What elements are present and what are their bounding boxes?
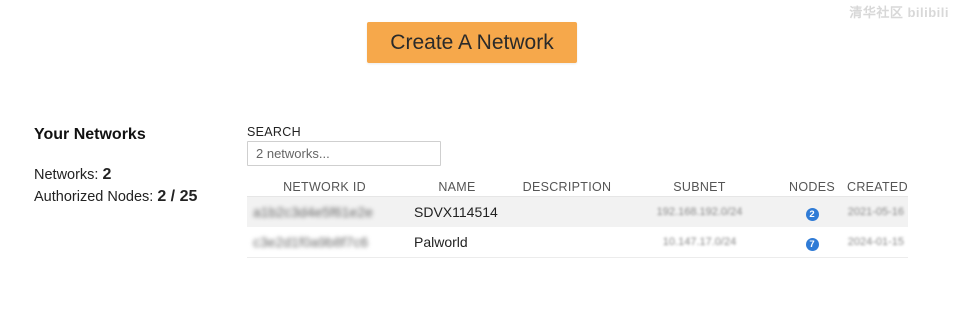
column-header-created[interactable]: CREATED	[847, 180, 908, 194]
network-id-cell: a1b2c3d4e5f61e2e	[253, 204, 373, 220]
search-block: SEARCH	[247, 125, 441, 166]
networks-table: NETWORK ID NAME DESCRIPTION SUBNET NODES…	[247, 177, 908, 258]
create-network-button[interactable]: Create A Network	[367, 22, 577, 63]
page: 清华社区 bilibili Create A Network Your Netw…	[0, 0, 957, 333]
network-subnet-cell: 10.147.17.0/24	[662, 236, 737, 248]
summary-title: Your Networks	[34, 126, 146, 143]
table-row[interactable]: a1b2c3d4e5f61e2e SDVX114514 192.168.192.…	[247, 197, 908, 227]
column-header-description[interactable]: DESCRIPTION	[512, 180, 622, 194]
networks-count-label: Networks:	[34, 167, 99, 183]
network-created-cell: 2024-01-15	[847, 236, 904, 248]
networks-count-value: 2	[102, 166, 112, 183]
search-input[interactable]	[247, 141, 441, 166]
authorized-nodes-line: Authorized Nodes: 2 / 25	[34, 186, 234, 208]
search-label: SEARCH	[247, 125, 301, 139]
network-subnet-cell: 192.168.192.0/24	[656, 206, 743, 218]
authorized-nodes-label: Authorized Nodes:	[34, 189, 154, 205]
table-row[interactable]: c3e2d1f0a9b8f7c6 Palworld 10.147.17.0/24…	[247, 227, 908, 258]
networks-summary: Your Networks Networks: 2 Authorized Nod…	[34, 126, 234, 208]
network-nodes-cell: 2	[777, 204, 847, 221]
table-header: NETWORK ID NAME DESCRIPTION SUBNET NODES…	[247, 177, 908, 197]
nodes-count-badge: 7	[805, 237, 819, 251]
networks-count-line: Networks: 2	[34, 164, 234, 186]
column-header-subnet[interactable]: SUBNET	[622, 180, 777, 194]
nodes-count-badge: 2	[805, 207, 819, 221]
network-id-cell: c3e2d1f0a9b8f7c6	[253, 234, 369, 250]
network-created-cell: 2021-05-16	[847, 206, 904, 218]
column-header-name[interactable]: NAME	[402, 180, 512, 194]
column-header-nodes[interactable]: NODES	[777, 180, 847, 194]
network-nodes-cell: 7	[777, 234, 847, 251]
column-header-network-id[interactable]: NETWORK ID	[247, 180, 402, 194]
watermark: 清华社区 bilibili	[849, 5, 949, 20]
network-name-cell: SDVX114514	[414, 204, 498, 220]
network-name-cell: Palworld	[414, 234, 468, 250]
authorized-nodes-value: 2 / 25	[157, 188, 198, 205]
